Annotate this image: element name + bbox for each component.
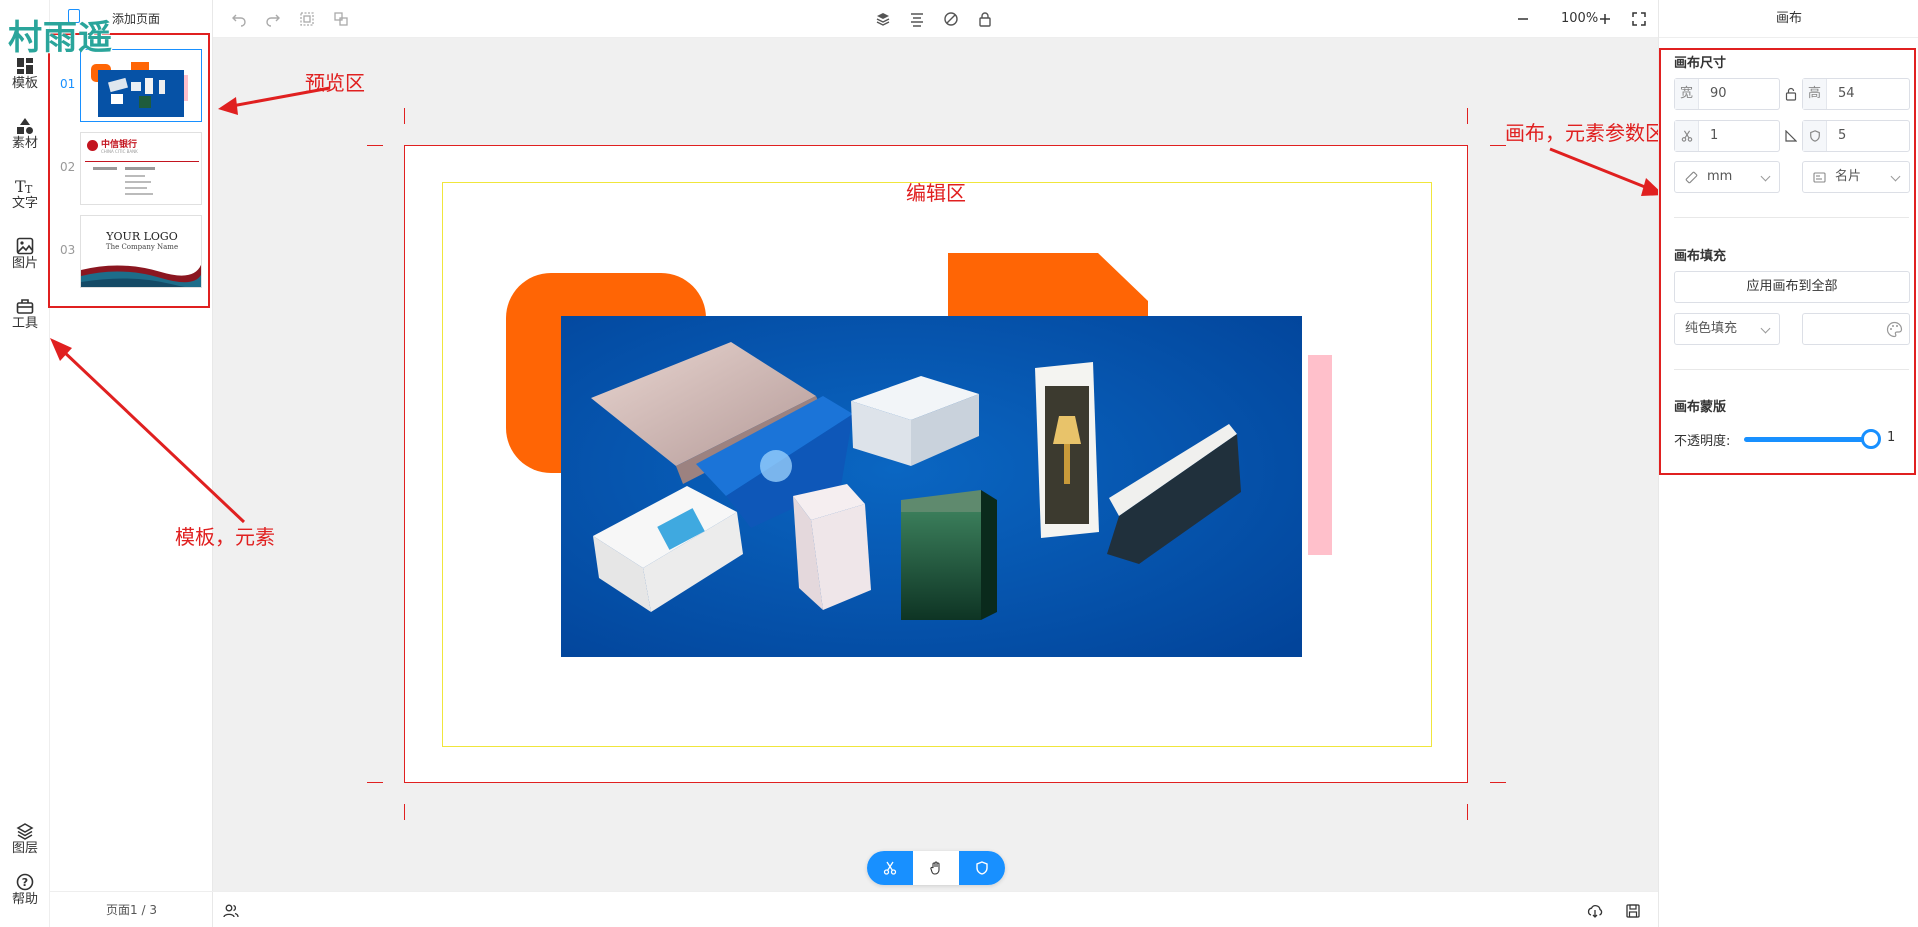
zoom-level: 100% <box>1561 11 1599 26</box>
rail-item-materials[interactable]: 素材 <box>0 117 50 151</box>
zoom-in-icon[interactable] <box>1597 11 1613 27</box>
text-icon: TT <box>15 177 33 195</box>
crop-mark <box>1467 804 1468 820</box>
hide-icon[interactable] <box>943 11 959 27</box>
shapes-icon <box>17 118 33 134</box>
tool-rail: 模板 素材 TT 文字 图片 工具 图层 ? 帮助 <box>0 0 50 927</box>
align-icon[interactable] <box>909 11 925 27</box>
layers-icon <box>16 823 34 840</box>
pink-bar-shape[interactable] <box>1308 355 1332 555</box>
crop-mark <box>1490 145 1506 146</box>
rail-item-images[interactable]: 图片 <box>0 237 50 271</box>
rail-label: 工具 <box>11 316 38 331</box>
layer-order-icon[interactable] <box>875 11 891 27</box>
rail-item-templates[interactable]: 模板 <box>0 57 50 91</box>
annotation-preview-label: 预览区 <box>305 71 365 95</box>
crop-mark <box>367 145 383 146</box>
zoom-out-icon[interactable] <box>1515 11 1531 27</box>
rail-item-text[interactable]: TT 文字 <box>0 177 50 211</box>
users-icon[interactable] <box>223 903 239 919</box>
design-canvas[interactable] <box>404 145 1468 783</box>
cloud-download-icon[interactable] <box>1587 903 1603 919</box>
crop-mark <box>1467 108 1468 124</box>
crop-mark <box>1490 782 1506 783</box>
bottom-status-bar <box>213 891 1658 927</box>
preview-highlight-box <box>48 33 210 308</box>
group-icon[interactable] <box>299 11 315 27</box>
toolbox-icon <box>16 299 34 314</box>
undo-icon[interactable] <box>231 11 247 27</box>
annotation-templates-label: 模板，元素 <box>175 525 275 549</box>
svg-text:?: ? <box>22 876 28 889</box>
orange-cut-corner-shape[interactable] <box>948 253 1148 323</box>
rail-label: 帮助 <box>11 892 38 907</box>
toggle-bleed-button[interactable] <box>867 851 913 885</box>
shield-icon <box>976 861 988 875</box>
top-toolbar: 100% <box>213 0 1658 38</box>
annotation-edit-label: 编辑区 <box>906 181 966 205</box>
toggle-safe-area-button[interactable] <box>959 851 1005 885</box>
rail-label: 图片 <box>11 256 38 271</box>
logo-watermark: 村雨遥 <box>8 18 113 58</box>
panel-title: 画布 <box>1659 0 1918 38</box>
rail-label: 图层 <box>11 841 38 856</box>
rail-item-tools[interactable]: 工具 <box>0 297 50 331</box>
rail-label: 模板 <box>11 76 38 91</box>
help-icon: ? <box>16 873 34 891</box>
fullscreen-icon[interactable] <box>1631 11 1647 27</box>
image-icon <box>16 237 34 255</box>
lock-icon[interactable] <box>977 11 993 27</box>
ungroup-icon[interactable] <box>333 11 349 27</box>
product-photo[interactable] <box>561 316 1302 657</box>
save-icon[interactable] <box>1625 903 1641 919</box>
page-counter: 页面1 / 3 <box>50 891 213 927</box>
editor-workspace: 100% <box>213 0 1658 927</box>
params-highlight-box <box>1659 48 1916 475</box>
crop-mark <box>404 804 405 820</box>
add-page-button[interactable]: 添加页面 <box>112 10 160 27</box>
annotation-params-label: 画布，元素参数区 <box>1505 121 1665 145</box>
crop-mark <box>367 782 383 783</box>
rail-item-help[interactable]: ? 帮助 <box>0 873 50 907</box>
hand-icon <box>930 861 940 875</box>
crop-mark <box>404 108 405 124</box>
rail-label: 文字 <box>11 196 38 211</box>
canvas-mode-toggle <box>867 851 1005 885</box>
rail-item-layers[interactable]: 图层 <box>0 822 50 856</box>
svg-text:T: T <box>25 183 33 195</box>
redo-icon[interactable] <box>265 11 281 27</box>
template-icon <box>17 58 33 74</box>
rail-label: 素材 <box>11 136 38 151</box>
toggle-pan-button[interactable] <box>913 851 959 885</box>
scissors-icon <box>883 861 897 875</box>
